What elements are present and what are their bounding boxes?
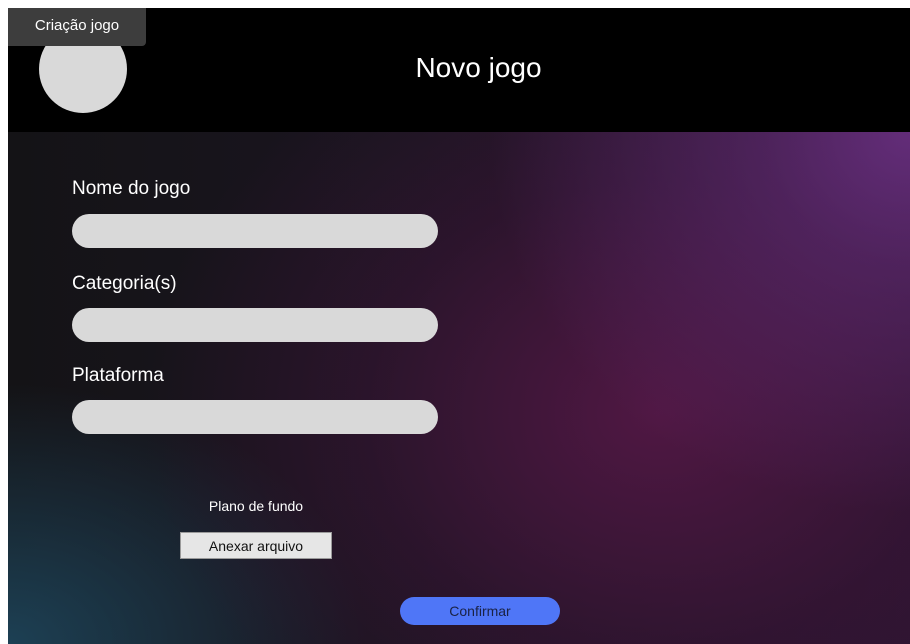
frame-name-tag: Criação jogo [8, 8, 146, 46]
category-input[interactable] [72, 308, 438, 342]
form-area [8, 132, 910, 644]
game-creation-frame: Novo jogo Nome do jogo Categoria(s) Plat… [8, 8, 910, 644]
background-label: Plano de fundo [208, 498, 304, 514]
confirm-button[interactable]: Confirmar [400, 597, 560, 625]
category-label: Categoria(s) [72, 273, 177, 294]
attach-file-button[interactable]: Anexar arquivo [180, 532, 332, 559]
page-title: Novo jogo [415, 52, 542, 83]
platform-input[interactable] [72, 400, 438, 434]
game-name-input[interactable] [72, 214, 438, 248]
platform-label: Plataforma [72, 365, 164, 386]
game-name-label: Nome do jogo [72, 178, 191, 199]
